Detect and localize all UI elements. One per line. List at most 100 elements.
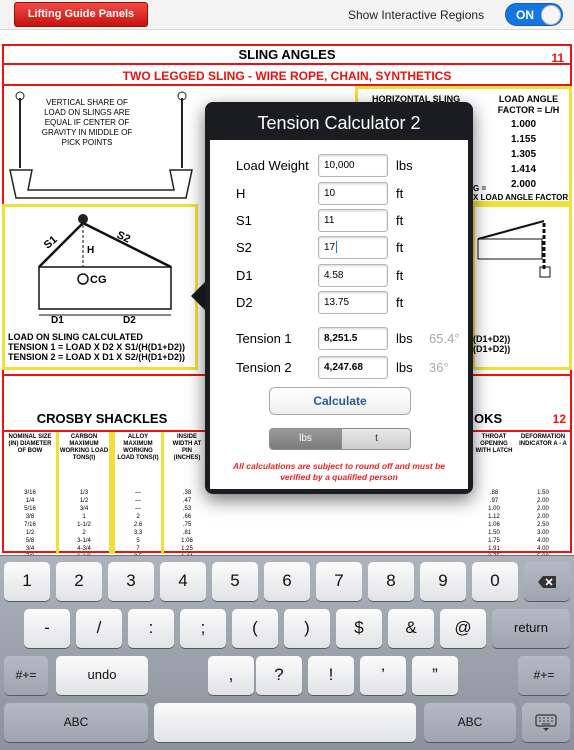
column-header: NOMINAL SIZE (IN) DIAMETER OF BOW xyxy=(8,434,52,454)
laf-note-line: G = xyxy=(473,184,487,193)
text-cursor xyxy=(336,241,338,254)
interactive-regions-toggle[interactable]: ON xyxy=(505,3,563,26)
d2-input[interactable]: 13.75 xyxy=(318,291,388,314)
key-1[interactable]: 1 xyxy=(4,562,50,601)
key-at[interactable]: @ xyxy=(440,609,486,648)
tension1-label: Tension 1 xyxy=(236,331,292,346)
section-number: 11 xyxy=(551,51,564,65)
s2-input-value: 17 xyxy=(324,242,336,253)
tension1-output: 8,251.5 xyxy=(318,327,388,350)
h-label: H xyxy=(236,186,246,201)
key-apostrophe[interactable]: ’ xyxy=(360,656,406,695)
key-4[interactable]: 4 xyxy=(160,562,206,601)
column-header: CARBON MAXIMUM WORKING LOAD TONS(t) xyxy=(59,434,109,461)
load-weight-label: Load Weight xyxy=(236,158,309,173)
d2-label: D2 xyxy=(236,295,253,310)
toggle-knob xyxy=(541,5,561,25)
load-angle-factor-title: LOAD ANGLE FACTOR = L/H xyxy=(497,94,560,115)
laf-value: 1.414 xyxy=(511,164,537,175)
laf-note: G = X LOAD ANGLE FACTOR xyxy=(473,184,568,202)
key-3[interactable]: 3 xyxy=(108,562,154,601)
right-fragment-line: (D1+D2)) xyxy=(473,334,511,344)
d1-label: D1 xyxy=(51,315,64,326)
laf-note-line: X LOAD ANGLE FACTOR xyxy=(473,193,569,202)
disclaimer-text: All calculations are subject to round of… xyxy=(233,461,445,482)
top-bar: Lifting Guide Panels Show Interactive Re… xyxy=(0,0,574,30)
backspace-key[interactable] xyxy=(524,562,570,601)
key-exclamation[interactable]: ! xyxy=(308,656,354,695)
hide-keyboard-key[interactable] xyxy=(522,703,570,742)
s2-input[interactable]: 17 xyxy=(318,236,388,259)
h-unit: ft xyxy=(396,186,404,201)
s2-unit: ft xyxy=(396,240,404,255)
s1-input[interactable]: 11 xyxy=(318,209,388,232)
key-question[interactable]: ? xyxy=(256,656,302,695)
unit-segmented-control: lbs t xyxy=(269,428,411,450)
key-semicolon[interactable]: ; xyxy=(180,609,226,648)
laf-value: 1.000 xyxy=(511,119,537,130)
key-6[interactable]: 6 xyxy=(264,562,310,601)
h-input[interactable]: 10 xyxy=(318,182,388,205)
unit-lbs-segment[interactable]: lbs xyxy=(270,429,341,449)
d2-unit: ft xyxy=(396,295,404,310)
crosby-shackles-title: CROSBY SHACKLES xyxy=(36,411,168,426)
sling-angles-title: SLING ANGLES 11 xyxy=(2,45,572,65)
laf-value: 1.155 xyxy=(511,134,537,145)
key-5[interactable]: 5 xyxy=(212,562,258,601)
key-colon[interactable]: : xyxy=(128,609,174,648)
tension2-formula: TENSION 2 = LOAD X D1 X S2/(H(D1+D2)) xyxy=(8,352,186,362)
key-open-paren[interactable]: ( xyxy=(232,609,278,648)
key-2[interactable]: 2 xyxy=(56,562,102,601)
backspace-icon xyxy=(538,575,556,588)
tension2-output: 4,247.68 xyxy=(318,356,388,379)
key-8[interactable]: 8 xyxy=(368,562,414,601)
key-9[interactable]: 9 xyxy=(420,562,466,601)
tension2-angle: 36° xyxy=(429,360,449,375)
key-dollar[interactable]: $ xyxy=(336,609,382,648)
space-bar[interactable] xyxy=(154,703,416,742)
d1-label: D1 xyxy=(236,268,253,283)
two-legged-sling-subtitle: TWO LEGGED SLING - WIRE ROPE, CHAIN, SYN… xyxy=(2,66,572,86)
column-header: ALLOY MAXIMUM WORKING LOAD TONS(t) xyxy=(117,434,159,461)
key-close-paren[interactable]: ) xyxy=(284,609,330,648)
section-number: 12 xyxy=(552,412,566,426)
d1-input[interactable]: 4.58 xyxy=(318,264,388,287)
cg-label: CG xyxy=(90,274,107,286)
more-symbols-key-left[interactable]: #+= xyxy=(4,656,48,695)
key-hyphen[interactable]: - xyxy=(24,609,70,648)
s2-label: S2 xyxy=(115,229,132,246)
tension-calculator-popover: Tension Calculator 2 Load Weight 10,000 … xyxy=(205,102,473,494)
laf-value: 1.305 xyxy=(511,149,537,160)
abc-key-right[interactable]: ABC xyxy=(424,703,516,742)
tension1-formula: TENSION 1 = LOAD X D2 X S1/(H(D1+D2)) xyxy=(8,342,186,352)
key-ampersand[interactable]: & xyxy=(388,609,434,648)
sling-note: VERTICAL SHARE OF LOAD ON SLINGS ARE EQU… xyxy=(41,98,133,147)
toggle-state-label: ON xyxy=(516,8,534,22)
d2-label: D2 xyxy=(123,315,136,326)
show-interactive-regions-label: Show Interactive Regions xyxy=(348,8,485,22)
return-key[interactable]: return xyxy=(492,609,570,648)
calculator-body: Load Weight 10,000 lbs H 10 ft S1 11 ft … xyxy=(210,140,468,489)
key-comma[interactable]: , xyxy=(208,656,254,695)
key-quote[interactable]: ” xyxy=(412,656,458,695)
load-angle-factor-values: 1.000 1.155 1.305 1.414 2.000 xyxy=(511,117,536,192)
more-symbols-key-right[interactable]: #+= xyxy=(518,656,570,695)
numeric-keyboard: 1 2 3 4 5 6 7 8 9 0 - / : ; ( ) $ & @ re… xyxy=(0,555,574,750)
load-weight-input[interactable]: 10,000 xyxy=(318,154,388,177)
lifting-guide-panels-button[interactable]: Lifting Guide Panels xyxy=(14,2,148,27)
column-header: DEFORMATION INDICATOR A - A xyxy=(519,434,567,447)
calculate-button[interactable]: Calculate xyxy=(269,387,411,415)
d1-unit: ft xyxy=(396,268,404,283)
unit-tons-segment[interactable]: t xyxy=(341,429,410,449)
key-slash[interactable]: / xyxy=(76,609,122,648)
column-header: THROAT OPENING WITH LATCH xyxy=(475,434,513,454)
undo-key[interactable]: undo xyxy=(56,656,148,695)
s1-unit: ft xyxy=(396,213,404,228)
load-weight-unit: lbs xyxy=(396,158,413,173)
right-formula-fragment: (D1+D2)) (D1+D2)) xyxy=(473,334,510,354)
keyboard-hide-icon xyxy=(535,713,557,731)
key-0[interactable]: 0 xyxy=(472,562,518,601)
load-calc-title: LOAD ON SLING CALCULATED xyxy=(8,332,143,342)
abc-key-left[interactable]: ABC xyxy=(4,703,148,742)
key-7[interactable]: 7 xyxy=(316,562,362,601)
